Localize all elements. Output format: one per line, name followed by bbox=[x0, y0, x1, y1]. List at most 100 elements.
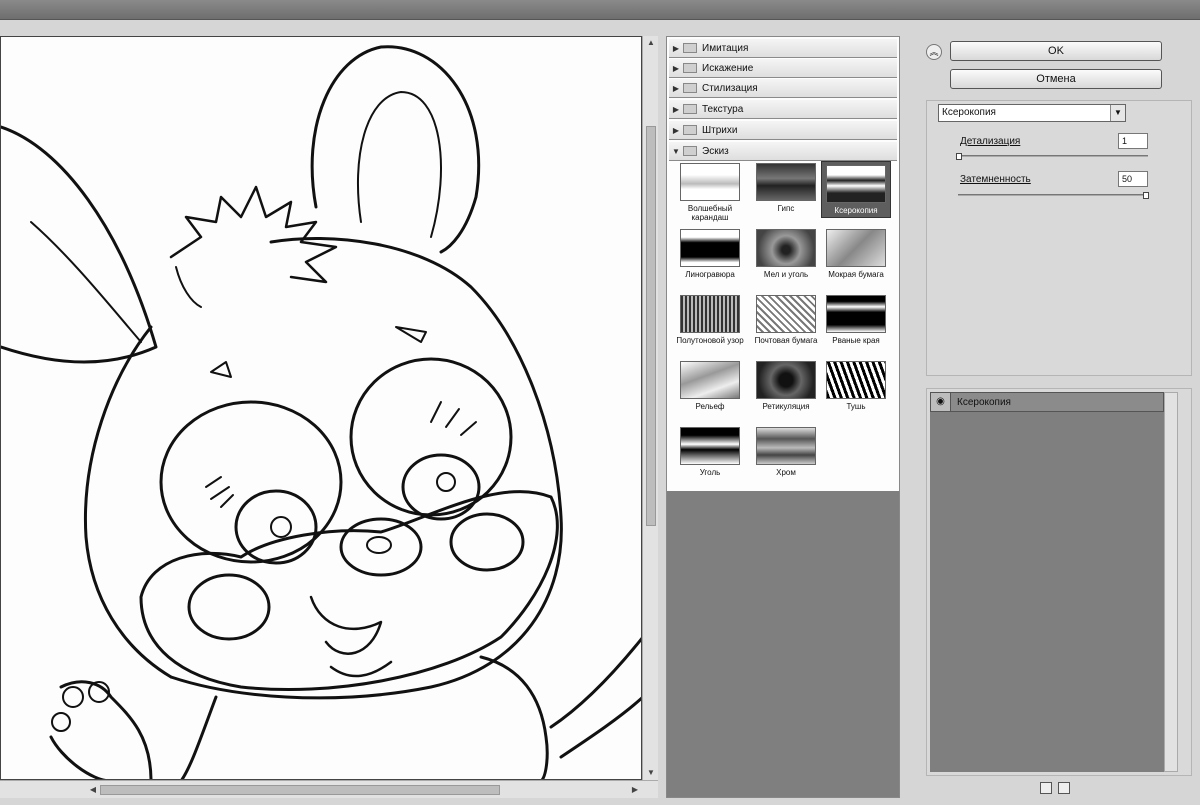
filter-select-value: Ксерокопия bbox=[942, 107, 996, 118]
collapse-icon[interactable]: ︽ bbox=[926, 44, 942, 60]
chevron-right-icon: ▶ bbox=[672, 104, 680, 114]
filter-thumbnail bbox=[756, 361, 816, 399]
param-label-darkness: Затемненность bbox=[960, 174, 1031, 185]
filter-thumbnail bbox=[680, 163, 740, 201]
category-stylize[interactable]: ▶ Стилизация bbox=[669, 79, 897, 98]
effect-layers-list bbox=[930, 412, 1164, 772]
scroll-thumb[interactable] bbox=[100, 785, 500, 795]
filter-select[interactable]: Ксерокопия ▼ bbox=[938, 104, 1126, 122]
filter-name: Полутоновой узор bbox=[676, 336, 744, 345]
preview-canvas[interactable] bbox=[0, 36, 642, 780]
filter-tile[interactable]: Тушь bbox=[821, 361, 891, 411]
category-label: Эскиз bbox=[702, 145, 729, 157]
preview-vertical-scrollbar[interactable]: ▲ ▼ bbox=[642, 36, 658, 780]
filter-name: Тушь bbox=[846, 402, 866, 411]
filter-tile[interactable]: Хром bbox=[751, 427, 821, 477]
filter-tile[interactable]: Почтовая бумага bbox=[751, 295, 821, 345]
delete-layer-icon[interactable] bbox=[1058, 782, 1070, 794]
filter-name: Рваные края bbox=[832, 336, 880, 345]
category-distortion[interactable]: ▶ Искажение bbox=[669, 59, 897, 78]
filter-thumbnail bbox=[826, 295, 886, 333]
filter-name: Почтовая бумага bbox=[754, 336, 818, 345]
filter-thumbnail bbox=[680, 427, 740, 465]
filter-thumbnail bbox=[826, 229, 886, 267]
category-label: Имитация bbox=[702, 42, 749, 54]
category-label: Стилизация bbox=[702, 82, 758, 94]
category-strokes[interactable]: ▶ Штрихи bbox=[669, 121, 897, 140]
scroll-up-icon[interactable]: ▲ bbox=[643, 36, 659, 50]
filter-thumbnail bbox=[756, 229, 816, 267]
filter-tile[interactable]: Мел и уголь bbox=[751, 229, 821, 279]
filter-tile-selected[interactable]: Ксерокопия bbox=[821, 161, 891, 218]
category-imitation[interactable]: ▶ Имитация bbox=[669, 39, 897, 58]
param-value-darkness[interactable]: 50 bbox=[1118, 171, 1148, 187]
preview-horizontal-scrollbar[interactable]: ◀ ▶ bbox=[0, 780, 658, 798]
filter-tile[interactable]: Полутоновой узор bbox=[675, 295, 745, 345]
eye-icon[interactable]: ◉ bbox=[931, 393, 951, 411]
category-label: Штрихи bbox=[702, 124, 738, 136]
scroll-right-icon[interactable]: ▶ bbox=[628, 781, 642, 799]
filter-name: Рельеф bbox=[695, 402, 725, 411]
param-label-detail: Детализация bbox=[960, 136, 1021, 147]
filter-tile[interactable]: Рельеф bbox=[675, 361, 745, 411]
category-label: Искажение bbox=[702, 62, 754, 74]
filter-name: Мокрая бумага bbox=[828, 270, 884, 279]
chevron-right-icon: ▶ bbox=[672, 63, 680, 73]
filter-thumbnail bbox=[826, 165, 886, 203]
folder-icon bbox=[683, 125, 697, 135]
category-label: Текстура bbox=[702, 103, 744, 115]
filter-tile[interactable]: Уголь bbox=[675, 427, 745, 477]
filter-tile[interactable]: Волшебный карандаш bbox=[675, 163, 745, 222]
filter-tile[interactable]: Рваные края bbox=[821, 295, 891, 345]
preview-pane: ▲ ▼ ◀ ▶ bbox=[0, 36, 658, 798]
filter-name: Ксерокопия bbox=[834, 206, 878, 215]
category-texture[interactable]: ▶ Текстура bbox=[669, 100, 897, 119]
filter-tile[interactable]: Гипс bbox=[751, 163, 821, 213]
param-slider-detail[interactable] bbox=[958, 155, 1148, 157]
chevron-down-icon[interactable]: ▼ bbox=[1110, 105, 1125, 121]
filter-thumbnail bbox=[756, 295, 816, 333]
filter-thumbnail bbox=[756, 427, 816, 465]
filter-tile[interactable]: Мокрая бумага bbox=[821, 229, 891, 279]
chevron-right-icon: ▶ bbox=[672, 125, 680, 135]
folder-icon bbox=[683, 63, 697, 73]
folder-icon bbox=[683, 43, 697, 53]
scroll-left-icon[interactable]: ◀ bbox=[86, 781, 100, 799]
folder-icon bbox=[683, 104, 697, 114]
filter-thumbnails: Волшебный карандаш Гипс Ксерокопия Линог… bbox=[673, 161, 897, 491]
effect-layer-name: Ксерокопия bbox=[957, 396, 1011, 408]
scroll-down-icon[interactable]: ▼ bbox=[643, 766, 659, 780]
filter-tile[interactable]: Ретикуляция bbox=[751, 361, 821, 411]
new-layer-icon[interactable] bbox=[1040, 782, 1052, 794]
chevron-down-icon: ▼ bbox=[672, 146, 680, 156]
scroll-thumb[interactable] bbox=[646, 126, 656, 526]
filter-tile[interactable]: Линогравюра bbox=[675, 229, 745, 279]
filter-thumbnail bbox=[756, 163, 816, 201]
filter-thumbnail bbox=[680, 295, 740, 333]
chevron-right-icon: ▶ bbox=[672, 43, 680, 53]
preview-image bbox=[1, 45, 641, 779]
cancel-button[interactable]: Отмена bbox=[950, 69, 1162, 89]
filter-name: Ретикуляция bbox=[762, 402, 810, 411]
slider-knob[interactable] bbox=[956, 153, 962, 160]
filter-thumbnail bbox=[826, 361, 886, 399]
slider-knob[interactable] bbox=[1143, 192, 1149, 199]
filter-name: Гипс bbox=[777, 204, 795, 213]
param-value-detail[interactable]: 1 bbox=[1118, 133, 1148, 149]
layers-scrollbar[interactable] bbox=[1164, 392, 1178, 772]
category-sketch[interactable]: ▼ Эскиз bbox=[669, 142, 897, 161]
param-slider-darkness[interactable] bbox=[958, 194, 1148, 196]
ok-button[interactable]: OK bbox=[950, 41, 1162, 61]
filter-name: Уголь bbox=[699, 468, 721, 477]
filter-name: Волшебный карандаш bbox=[687, 204, 733, 222]
chevron-right-icon: ▶ bbox=[672, 83, 680, 93]
effect-layer-row[interactable]: ◉ Ксерокопия bbox=[930, 392, 1164, 412]
filter-name: Мел и уголь bbox=[763, 270, 809, 279]
filter-name: Линогравюра bbox=[685, 270, 735, 279]
folder-icon bbox=[683, 83, 697, 93]
gallery-empty-area bbox=[667, 491, 899, 797]
filter-name: Хром bbox=[776, 468, 796, 477]
title-bar bbox=[0, 0, 1200, 20]
filter-gallery: ▶ Имитация ▶ Искажение ▶ Стилизация ▶ Те… bbox=[666, 36, 900, 798]
filter-thumbnail bbox=[680, 229, 740, 267]
